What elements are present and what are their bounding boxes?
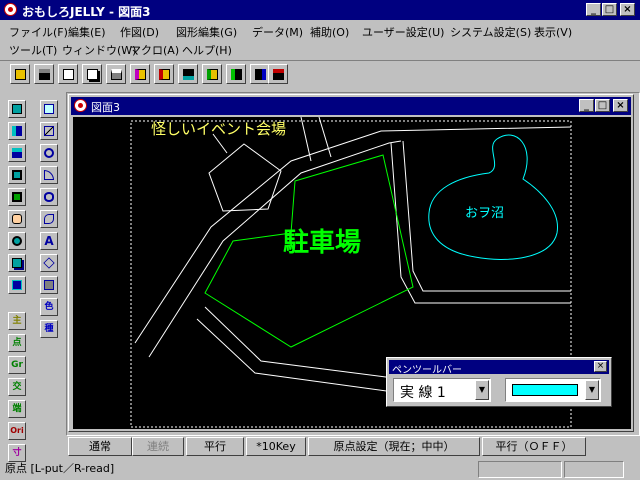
- menu-view[interactable]: 表示(V): [534, 24, 572, 40]
- road-line-right-2: [390, 142, 571, 304]
- polygon-icon[interactable]: [40, 254, 58, 272]
- mode-normal-button[interactable]: 通常: [68, 437, 132, 456]
- tool-main[interactable]: 主: [8, 312, 26, 330]
- mode-continuous-button[interactable]: 連続: [132, 437, 184, 456]
- save-all-icon[interactable]: [250, 64, 270, 84]
- maximize-button[interactable]: □: [602, 3, 617, 16]
- save-close-icon[interactable]: [268, 64, 288, 84]
- status-message: 原点 [L-put／R-read]: [5, 462, 115, 475]
- menu-system-settings[interactable]: システム設定(S): [450, 24, 531, 40]
- status-panel-1: [478, 461, 562, 478]
- save-copy-icon[interactable]: [226, 64, 246, 84]
- pen-toolbar-close-button[interactable]: ×: [594, 361, 607, 372]
- pen-toolbar-palette[interactable]: ペンツールバー × 実 線 1 ▼ ▼: [386, 357, 612, 407]
- tool-point[interactable]: 点: [8, 334, 26, 352]
- mode-parallel-button[interactable]: 平行: [186, 437, 244, 456]
- tool-intersect[interactable]: 交: [8, 378, 26, 396]
- road-line-lower-2: [196, 318, 402, 394]
- app-title-bar[interactable]: おもしろJELLY - 図面3 _ □ ×: [0, 0, 640, 20]
- road-line-lower-1: [204, 306, 402, 380]
- doc-minimize-button[interactable]: _: [579, 99, 594, 112]
- arc-icon[interactable]: [40, 166, 58, 184]
- menu-shape-edit[interactable]: 図形編集(G): [176, 24, 237, 40]
- split-vertical-icon[interactable]: [8, 122, 26, 140]
- layer-icon[interactable]: [8, 254, 26, 272]
- letter-a-icon[interactable]: A: [40, 232, 58, 250]
- tool-color[interactable]: 色: [40, 298, 58, 316]
- line-icon[interactable]: [40, 122, 58, 140]
- road-line-top-2: [300, 117, 312, 162]
- tool-endpoint[interactable]: 端: [8, 400, 26, 418]
- close-button[interactable]: ×: [620, 3, 635, 16]
- tool-group[interactable]: Gr: [8, 356, 26, 374]
- menu-draw[interactable]: 作図(D): [120, 24, 159, 40]
- menu-bar: ファイル(F) 編集(E) 作図(D) 図形編集(G) データ(M) 補助(O)…: [0, 20, 640, 58]
- zoom-icon[interactable]: [8, 232, 26, 250]
- menu-edit[interactable]: 編集(E): [68, 24, 106, 40]
- road-line-upper-2: [148, 140, 402, 358]
- menu-file[interactable]: ファイル(F): [9, 24, 68, 40]
- parking-label: 駐車場: [283, 228, 361, 258]
- doc-maximize-button[interactable]: □: [595, 99, 610, 112]
- copy-page-icon[interactable]: [82, 64, 102, 84]
- split-horizontal-icon[interactable]: [8, 144, 26, 162]
- save-as-icon[interactable]: [178, 64, 198, 84]
- print-icon[interactable]: [106, 64, 126, 84]
- drawing-title-bar[interactable]: 図面3 _ □ ×: [71, 97, 631, 115]
- ten-key-button[interactable]: *10Key: [246, 437, 306, 456]
- tool-origin[interactable]: Ori: [8, 422, 26, 440]
- origin-setting-button[interactable]: 原点設定（現在；中中）: [308, 437, 480, 456]
- drawing-title: 図面3: [91, 101, 120, 114]
- folder-magenta-icon[interactable]: [130, 64, 150, 84]
- line-type-select[interactable]: 実 線 1 ▼: [393, 378, 491, 402]
- grid-view-icon[interactable]: [8, 276, 26, 294]
- menu-window[interactable]: ウィンドウ(W): [62, 42, 136, 58]
- text-point-icon[interactable]: [40, 100, 58, 118]
- pen-color-dropdown-arrow[interactable]: ▼: [585, 380, 599, 400]
- save-disk-icon[interactable]: [34, 64, 54, 84]
- menu-aux[interactable]: 補助(O): [310, 24, 349, 40]
- menu-help[interactable]: ヘルプ(H): [182, 42, 232, 58]
- pen-toolbar-title: ペンツールバー: [392, 365, 462, 376]
- folder-red-icon[interactable]: [154, 64, 174, 84]
- erase-icon[interactable]: [40, 276, 58, 294]
- tool-kind[interactable]: 種: [40, 320, 58, 338]
- curve-icon[interactable]: [40, 210, 58, 228]
- line-type-dropdown-arrow[interactable]: ▼: [475, 380, 489, 400]
- pen-toolbar-title-bar[interactable]: ペンツールバー ×: [389, 360, 609, 376]
- pond-label: おヲ沼: [465, 206, 504, 221]
- paste-icon[interactable]: [8, 188, 26, 206]
- folder-green-icon[interactable]: [202, 64, 222, 84]
- minimize-button[interactable]: _: [586, 3, 601, 16]
- pen-color-swatch: [512, 384, 578, 396]
- open-folder-icon[interactable]: [10, 64, 30, 84]
- select-icon[interactable]: [8, 100, 26, 118]
- menu-tools[interactable]: ツール(T): [9, 42, 57, 58]
- doc-jelly-icon: [74, 99, 87, 112]
- app-jelly-icon: [4, 3, 17, 16]
- hand-pan-icon[interactable]: [8, 210, 26, 228]
- event-venue-label: 怪しいイベント会場: [151, 120, 286, 138]
- status-panel-2: [564, 461, 624, 478]
- pen-color-select[interactable]: ▼: [505, 378, 601, 402]
- stamp-icon[interactable]: [8, 166, 26, 184]
- doc-close-button[interactable]: ×: [613, 99, 628, 112]
- event-venue-shape: [208, 143, 282, 212]
- line-type-value: 実 線 1: [400, 385, 446, 401]
- pond-shape: [428, 134, 558, 260]
- menu-user-settings[interactable]: ユーザー設定(U): [362, 24, 444, 40]
- menu-data[interactable]: データ(M): [252, 24, 303, 40]
- parallel-off-button[interactable]: 平行（ＯＦＦ）: [482, 437, 586, 456]
- circle-icon[interactable]: [40, 144, 58, 162]
- new-page-icon[interactable]: [58, 64, 78, 84]
- ellipse-icon[interactable]: [40, 188, 58, 206]
- app-title: おもしろJELLY - 図面3: [22, 5, 151, 19]
- menu-macro[interactable]: マクロ(A): [130, 42, 179, 58]
